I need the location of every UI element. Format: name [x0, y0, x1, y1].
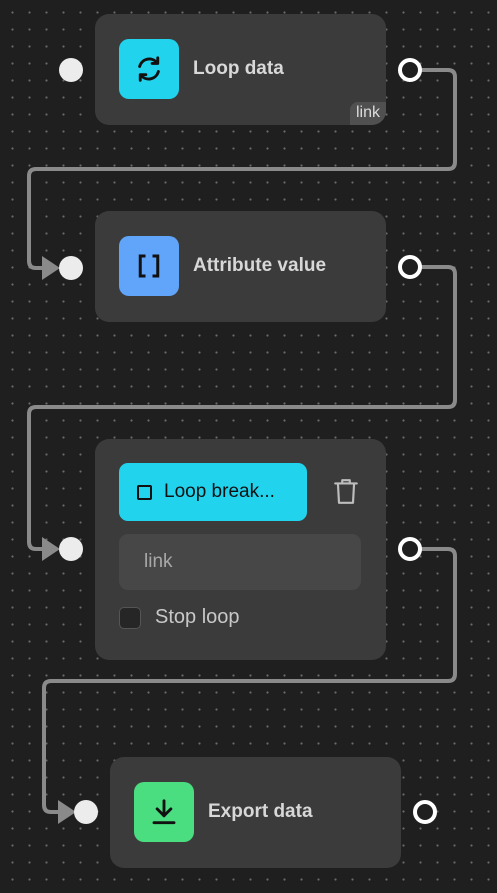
stop-loop-label: Stop loop [155, 606, 240, 628]
trash-icon[interactable] [333, 477, 359, 510]
loop-data-input-port[interactable] [59, 58, 83, 82]
wire-arrow-attribute [42, 256, 60, 280]
loop-breakpoint-input-port[interactable] [59, 537, 83, 561]
loop-breakpoint-button[interactable]: Loop break... [119, 463, 307, 521]
loop-breakpoint-output-port[interactable] [398, 537, 422, 561]
loop-breakpoint-node[interactable]: Loop break... link Stop loop [95, 439, 386, 660]
attribute-value-title: Attribute value [193, 255, 327, 276]
loop-data-output-port[interactable] [398, 58, 422, 82]
stop-square-icon [137, 484, 152, 500]
stop-loop-checkbox[interactable] [119, 606, 141, 629]
attribute-value-output-port[interactable] [398, 255, 422, 279]
loop-breakpoint-label: Loop break... [164, 481, 275, 502]
loop-data-tag: link [349, 102, 386, 125]
attribute-value-node[interactable]: Attribute value [95, 211, 386, 322]
export-data-node[interactable]: Export data [110, 757, 401, 868]
loop-data-node[interactable]: Loop data link [95, 14, 386, 125]
export-data-output-port[interactable] [413, 800, 437, 824]
wire-arrow-breakpoint [42, 537, 60, 561]
loop-icon [119, 39, 179, 99]
loop-breakpoint-input[interactable]: link [119, 534, 361, 590]
export-data-input-port[interactable] [74, 800, 98, 824]
download-icon [134, 782, 194, 842]
loop-data-title: Loop data [193, 58, 284, 79]
attribute-value-input-port[interactable] [59, 256, 83, 280]
brackets-icon [119, 236, 179, 296]
export-data-title: Export data [208, 801, 313, 822]
stop-loop-row[interactable]: Stop loop [119, 606, 240, 629]
